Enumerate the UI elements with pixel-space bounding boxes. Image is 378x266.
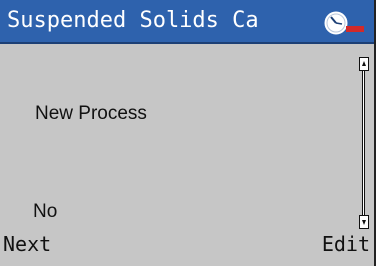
screen-title: Suspended Solids Ca bbox=[7, 8, 259, 33]
menu-area: New Process No bbox=[0, 44, 374, 234]
scroll-track[interactable] bbox=[362, 57, 365, 229]
menu-item-no[interactable]: No bbox=[33, 201, 57, 223]
menu-item-new-process[interactable]: New Process bbox=[35, 103, 147, 125]
next-softkey[interactable]: Next bbox=[3, 230, 51, 258]
scroll-down-arrow-icon[interactable] bbox=[359, 215, 369, 229]
clock-gauge-icon bbox=[324, 11, 364, 35]
title-bar: Suspended Solids Ca bbox=[0, 0, 374, 44]
edit-softkey[interactable]: Edit bbox=[322, 230, 370, 258]
softkey-bar: Next Edit bbox=[0, 230, 374, 266]
scroll-up-arrow-icon[interactable] bbox=[359, 57, 369, 71]
scrollbar[interactable] bbox=[359, 57, 369, 229]
instrument-display: Suspended Solids Ca New Process No Next … bbox=[0, 0, 376, 266]
